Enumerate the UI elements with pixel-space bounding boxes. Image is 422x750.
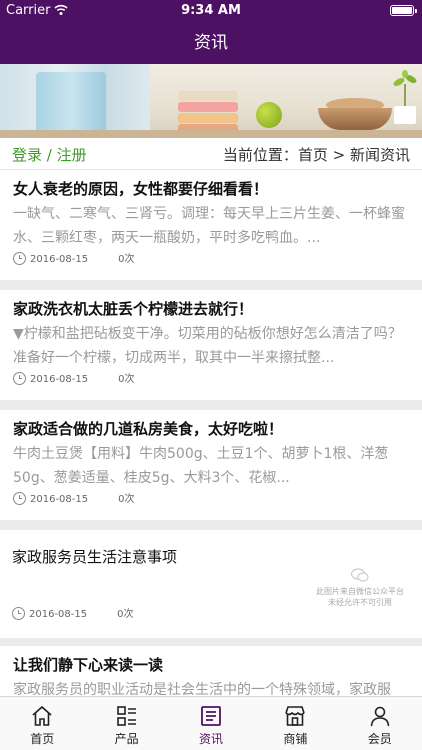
- article-date: 2016-08-15: [29, 609, 88, 620]
- article-views: 0次: [117, 609, 134, 620]
- article-meta: 2016-08-15 0次: [13, 371, 135, 388]
- article-title[interactable]: 家政洗衣机太脏丢个柠檬进去就行！: [13, 298, 412, 319]
- tab-label: 资讯: [198, 732, 223, 746]
- clock-icon: [13, 251, 26, 265]
- register-link[interactable]: 注册: [57, 146, 87, 164]
- article-date: 2016-08-15: [30, 494, 89, 505]
- grid-list-icon: [116, 706, 136, 726]
- tab-label: 产品: [114, 732, 139, 746]
- banner-image: [0, 64, 422, 138]
- article-excerpt: 一缺气、二寒气、三肾亏。调理：每天早上三片生姜、一杯蜂蜜水、三颗红枣，两天一瓶酸…: [13, 206, 405, 246]
- article-item[interactable]: 女人衰老的原因，女性都要仔细看看！ 一缺气、二寒气、三肾亏。调理：每天早上三片生…: [0, 170, 422, 280]
- home-icon: [32, 705, 52, 726]
- article-date: 2016-08-15: [30, 374, 89, 385]
- article-thumbnail: 此图片来自微信公众平台 未经允许不可引用: [310, 568, 410, 630]
- battery-icon: [390, 5, 417, 16]
- clock-icon: [13, 371, 26, 385]
- tab-news[interactable]: 资讯: [169, 697, 253, 750]
- article-item[interactable]: 家政洗衣机太脏丢个柠檬进去就行！ ▼柠檬和盐把砧板变干净。切菜用的砧板你想好怎么…: [0, 290, 422, 400]
- login-link[interactable]: 登录: [12, 146, 42, 164]
- article-title[interactable]: 让我们静下心来读一读: [13, 654, 412, 675]
- article-title[interactable]: 女人衰老的原因，女性都要仔细看看！: [13, 178, 412, 199]
- article-views: 0次: [118, 374, 135, 385]
- auth-separator: /: [42, 146, 57, 164]
- tab-products[interactable]: 产品: [84, 697, 168, 750]
- article-excerpt: ▼柠檬和盐把砧板变干净。切菜用的砧板你想好怎么清洁了吗？准备好一个柠檬，切成两半…: [13, 326, 402, 366]
- article-item[interactable]: 家政服务员生活注意事项 此图片来自微信公众平台 未经允许不可引用 2016-08…: [0, 530, 422, 638]
- page-title: 资讯: [194, 33, 228, 53]
- tab-bar: 首页 产品 资讯 商铺 会员: [0, 696, 422, 750]
- article-views: 0次: [118, 494, 135, 505]
- clock-icon: [13, 491, 26, 505]
- article-meta: 2016-08-15 0次: [13, 251, 135, 268]
- location-label: 当前位置：: [222, 146, 298, 164]
- breadcrumb-arrow: >: [327, 146, 350, 164]
- thumbnail-caption-2: 未经允许不可引用: [328, 598, 392, 607]
- user-icon: [370, 706, 390, 727]
- clock-icon: [12, 606, 25, 620]
- breadcrumb-current: 新闻资讯: [349, 146, 410, 164]
- article-meta: 2016-08-15 0次: [12, 606, 134, 623]
- tab-home[interactable]: 首页: [0, 697, 84, 750]
- tab-label: 商铺: [283, 732, 308, 746]
- article-views: 0次: [118, 254, 135, 265]
- clock-time: 9:34 AM: [181, 3, 241, 18]
- wechat-icon: [351, 568, 369, 582]
- shop-icon: [285, 706, 306, 726]
- news-icon: [201, 706, 221, 726]
- article-date: 2016-08-15: [30, 254, 89, 265]
- article-item[interactable]: 家政适合做的几道私房美食，太好吃啦！ 牛肉土豆煲【用料】牛肉500g、土豆1个、…: [0, 410, 422, 520]
- article-title[interactable]: 家政服务员生活注意事项: [12, 546, 412, 567]
- auth-links: 登录 / 注册: [12, 144, 87, 165]
- thumbnail-caption: 此图片来自微信公众平台: [316, 587, 404, 596]
- article-title[interactable]: 家政适合做的几道私房美食，太好吃啦！: [13, 418, 412, 439]
- nav-bar: 资讯: [0, 22, 422, 64]
- status-bar: Carrier 9:34 AM: [0, 0, 422, 22]
- article-excerpt: 牛肉土豆煲【用料】牛肉500g、土豆1个、胡萝卜1根、洋葱50g、葱姜适量、桂皮…: [13, 446, 389, 486]
- breadcrumb: 当前位置：首页 > 新闻资讯: [223, 144, 410, 165]
- article-meta: 2016-08-15 0次: [13, 491, 135, 508]
- tab-label: 会员: [367, 732, 392, 746]
- tab-shop[interactable]: 商铺: [253, 697, 337, 750]
- tab-member[interactable]: 会员: [338, 697, 422, 750]
- breadcrumb-home-link[interactable]: 首页: [298, 146, 328, 164]
- tab-label: 首页: [30, 732, 55, 746]
- breadcrumb-bar: 登录 / 注册 当前位置：首页 > 新闻资讯: [0, 138, 422, 170]
